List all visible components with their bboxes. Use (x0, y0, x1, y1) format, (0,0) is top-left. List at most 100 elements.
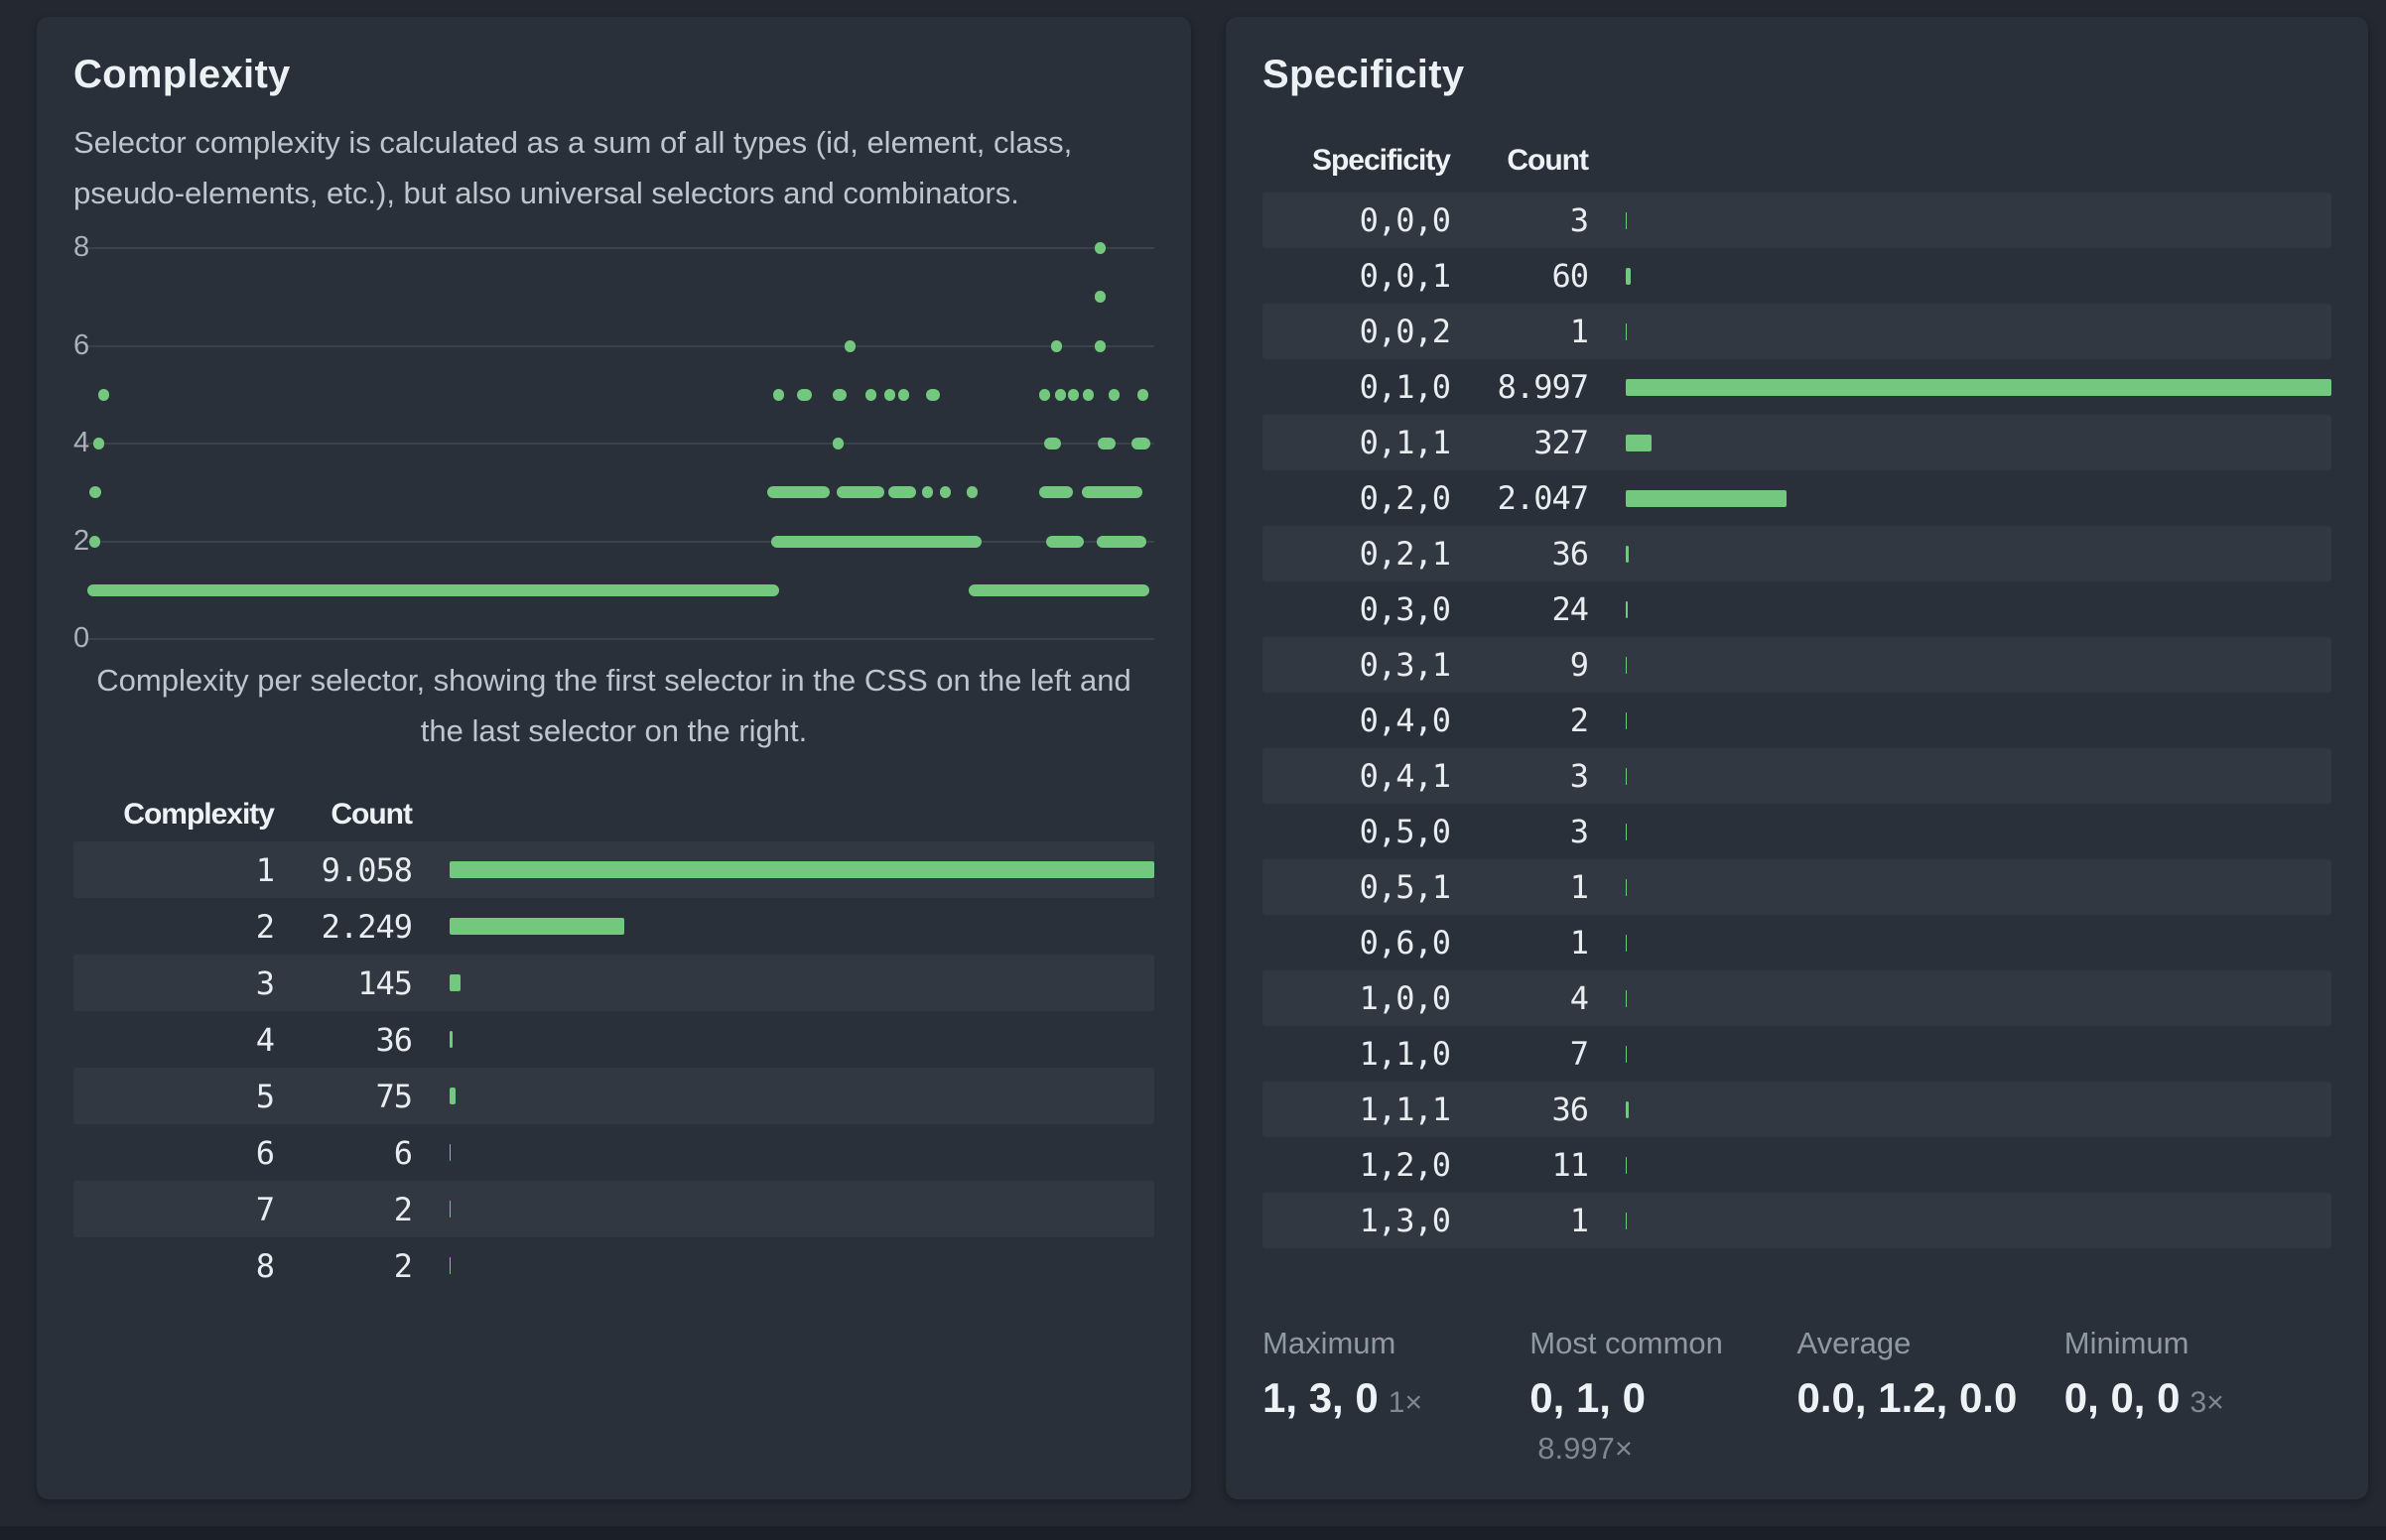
count-cell: 75 (274, 1078, 412, 1115)
stat-minimum: Minimum0, 0, 03× (2064, 1326, 2331, 1467)
scatter-point-run (89, 486, 101, 498)
specificity-stats: Maximum 1, 3, 01×Most common 0, 1, 0 8.997×… (1262, 1326, 2331, 1467)
complexity-table: Complexity Count 19.05822.24931454365756… (73, 792, 1154, 1294)
scatter-point (98, 389, 109, 401)
count-cell: 3 (1450, 201, 1588, 239)
stat-label: Most common (1529, 1326, 1796, 1361)
scatter-point-run (1082, 486, 1142, 498)
stat-multiplier: 3× (2190, 1386, 2224, 1419)
scatter-point (833, 438, 844, 449)
label-cell: 2 (73, 908, 274, 946)
stat-multiplier: 8.997× (1529, 1431, 1796, 1467)
count-bar-track (1588, 435, 2331, 451)
table-row: 0,0,21 (1262, 304, 2331, 359)
count-bar-track (1588, 546, 2331, 563)
count-bar (1626, 601, 1628, 618)
table-row: 1,1,136 (1262, 1082, 2331, 1137)
table-row: 0,5,11 (1262, 859, 2331, 915)
specificity-table-body: 0,0,030,0,1600,0,210,1,08.9970,1,13270,2… (1262, 192, 2331, 1248)
label-cell: 1,3,0 (1262, 1202, 1450, 1239)
count-bar-track (1588, 824, 2331, 840)
stat-value: 1, 3, 01× (1262, 1373, 1529, 1428)
table-row: 22.249 (73, 898, 1154, 955)
count-bar (1626, 1046, 1627, 1063)
count-bar-track (412, 1144, 1154, 1161)
count-cell: 6 (274, 1134, 412, 1172)
table-row: 0,5,03 (1262, 804, 2331, 859)
table-row: 1,3,01 (1262, 1193, 2331, 1248)
count-cell: 7 (1450, 1035, 1588, 1073)
stat-label: Maximum (1262, 1326, 1529, 1361)
stat-value: 0, 1, 0 (1529, 1373, 1796, 1423)
count-cell: 24 (1450, 590, 1588, 628)
complexity-column-header: Complexity (73, 798, 274, 832)
count-bar-track (1588, 379, 2331, 396)
count-bar (1626, 379, 2331, 396)
scatter-point (1068, 389, 1079, 401)
label-cell: 0,6,0 (1262, 924, 1450, 962)
count-cell: 36 (1450, 1091, 1588, 1128)
label-cell: 0,3,0 (1262, 590, 1450, 628)
table-row: 1,0,04 (1262, 970, 2331, 1026)
scatter-point-run (771, 536, 982, 548)
scatter-plot-area (87, 240, 1154, 649)
complexity-table-header: Complexity Count (73, 792, 1154, 837)
table-row: 0,1,08.997 (1262, 359, 2331, 415)
scatter-point-run (1039, 486, 1073, 498)
count-bar (450, 861, 1154, 878)
count-cell: 1 (1450, 313, 1588, 350)
count-bar-track (1588, 935, 2331, 952)
count-bar-track (1588, 490, 2331, 507)
complexity-scatter-chart: 02468 (73, 240, 1154, 649)
complexity-chart-caption: Complexity per selector, showing the fir… (73, 655, 1154, 756)
y-gridline (87, 247, 1154, 249)
count-bar (1626, 546, 1629, 563)
count-bar-track (1588, 1157, 2331, 1174)
scatter-point-run (967, 486, 978, 498)
count-cell: 2.249 (274, 908, 412, 946)
count-bar (1626, 1157, 1627, 1174)
count-bar-track (412, 918, 1154, 935)
scatter-point (1095, 291, 1106, 303)
count-bar-track (412, 1088, 1154, 1104)
count-bar-track (412, 1031, 1154, 1048)
specificity-title: Specificity (1262, 53, 2331, 97)
y-axis-tick-label: 0 (73, 622, 103, 655)
count-bar (450, 974, 461, 991)
specificity-column-header: Specificity (1262, 144, 1450, 178)
label-cell: 5 (73, 1078, 274, 1115)
label-cell: 0,0,1 (1262, 257, 1450, 295)
scatter-point (1051, 340, 1062, 352)
complexity-card: Complexity Selector complexity is calcul… (37, 17, 1191, 1499)
scatter-point-run (837, 486, 884, 498)
count-bar-track (1588, 601, 2331, 618)
scatter-point-run (926, 389, 940, 401)
label-cell: 0,0,2 (1262, 313, 1450, 350)
table-row: 0,4,13 (1262, 748, 2331, 804)
count-cell: 60 (1450, 257, 1588, 295)
table-row: 0,6,01 (1262, 915, 2331, 970)
label-cell: 1,0,0 (1262, 979, 1450, 1017)
count-bar (450, 1031, 453, 1048)
count-bar (1626, 268, 1631, 285)
count-cell: 2 (274, 1191, 412, 1228)
label-cell: 6 (73, 1134, 274, 1172)
specificity-table: Specificity Count 0,0,030,0,1600,0,210,1… (1262, 133, 2331, 1248)
scatter-point-run (888, 486, 916, 498)
count-cell: 36 (1450, 535, 1588, 573)
scatter-point (1095, 242, 1106, 254)
label-cell: 1,2,0 (1262, 1146, 1450, 1184)
scatter-point-run (1098, 438, 1116, 449)
table-row: 72 (73, 1181, 1154, 1237)
scatter-point-run (940, 486, 951, 498)
css-analyzer-report: Complexity Selector complexity is calcul… (0, 0, 2386, 1499)
scatter-point-run (1046, 536, 1084, 548)
table-row: 0,4,02 (1262, 693, 2331, 748)
table-row: 66 (73, 1124, 1154, 1181)
label-cell: 3 (73, 964, 274, 1002)
label-cell: 0,4,1 (1262, 757, 1450, 795)
count-bar-track (1588, 1101, 2331, 1118)
viewport-bottom-strip (0, 1526, 2386, 1540)
stat-value: 0, 0, 03× (2064, 1373, 2331, 1428)
table-row: 0,3,024 (1262, 581, 2331, 637)
